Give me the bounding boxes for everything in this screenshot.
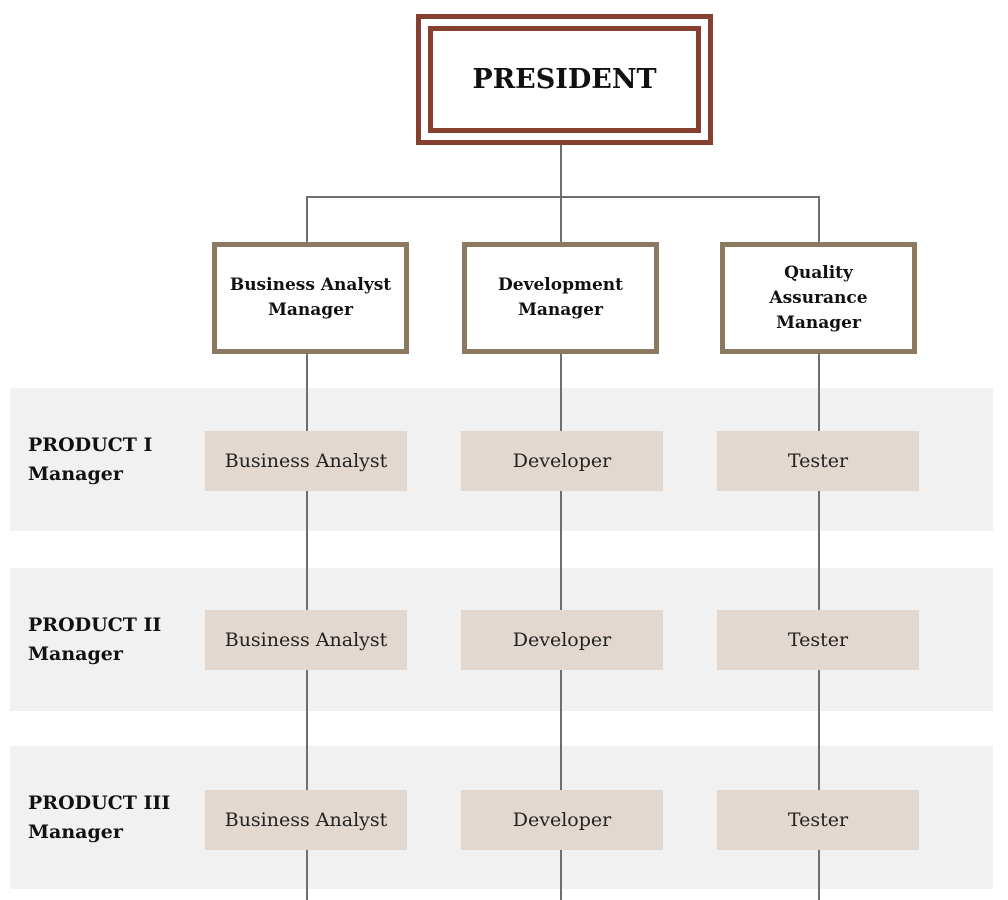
product-label-line2: Manager [28, 643, 123, 665]
product-label-line2: Manager [28, 463, 123, 485]
role-tester: Tester [717, 790, 919, 850]
product-label-line1: PRODUCT II [28, 614, 162, 636]
product-ii-label: PRODUCT II Manager [28, 611, 161, 669]
role-developer: Developer [461, 610, 663, 670]
role-developer: Developer [461, 431, 663, 491]
role-tester: Tester [717, 431, 919, 491]
development-manager-box: Development Manager [462, 242, 659, 354]
business-analyst-manager-box: Business Analyst Manager [212, 242, 409, 354]
product-i-label: PRODUCT I Manager [28, 431, 152, 489]
role-developer: Developer [461, 790, 663, 850]
quality-assurance-manager-box: Quality Assurance Manager [720, 242, 917, 354]
role-business-analyst: Business Analyst [205, 431, 407, 491]
president-box: PRESIDENT [428, 26, 701, 133]
role-business-analyst: Business Analyst [205, 790, 407, 850]
product-label-line1: PRODUCT I [28, 434, 153, 456]
role-tester: Tester [717, 610, 919, 670]
product-label-line2: Manager [28, 821, 123, 843]
connector-president [560, 145, 562, 242]
product-label-line1: PRODUCT III [28, 792, 171, 814]
role-business-analyst: Business Analyst [205, 610, 407, 670]
product-iii-label: PRODUCT III Manager [28, 789, 170, 847]
connector-horizontal [307, 196, 820, 198]
